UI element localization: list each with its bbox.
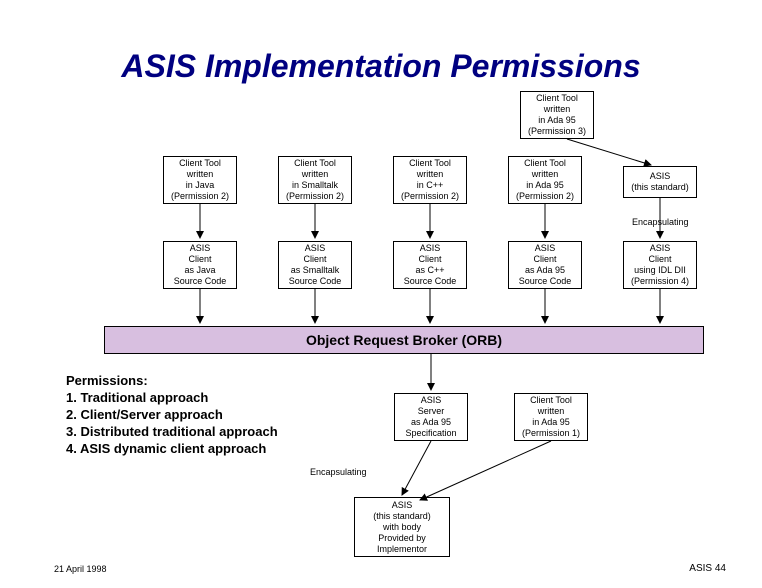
box-line: (Permission 1)	[517, 428, 585, 439]
box-ct-smalltalk: Client Tool written in Smalltalk (Permis…	[278, 156, 352, 204]
box-line: in Smalltalk	[281, 180, 349, 191]
box-line: written	[281, 169, 349, 180]
box-line: with body	[357, 522, 447, 533]
permissions-item: 3. Distributed traditional approach	[66, 423, 278, 440]
permissions-item: 4. ASIS dynamic client approach	[66, 440, 278, 457]
box-line: Source Code	[396, 276, 464, 287]
box-line: Provided by	[357, 533, 447, 544]
box-line: Client Tool	[511, 158, 579, 169]
footer-date: 21 April 1998	[54, 564, 107, 574]
box-line: as C++	[396, 265, 464, 276]
box-line: ASIS	[166, 243, 234, 254]
box-line: ASIS	[397, 395, 465, 406]
box-line: (Permission 2)	[396, 191, 464, 202]
box-line: Client Tool	[523, 93, 591, 104]
box-line: Client	[511, 254, 579, 265]
box-line: Client Tool	[281, 158, 349, 169]
box-line: written	[396, 169, 464, 180]
diagram-title: ASIS Implementation Permissions	[0, 48, 762, 85]
box-line: (Permission 3)	[523, 126, 591, 137]
encapsulating-label-bottom: Encapsulating	[310, 467, 367, 477]
box-line: Client Tool	[396, 158, 464, 169]
box-asis-ada95: ASIS Client as Ada 95 Source Code	[508, 241, 582, 289]
box-asis-std-top: ASIS (this standard)	[623, 166, 697, 198]
box-line: Source Code	[166, 276, 234, 287]
box-line: Client	[166, 254, 234, 265]
box-line: in Ada 95	[523, 115, 591, 126]
box-asis-smalltalk: ASIS Client as Smalltalk Source Code	[278, 241, 352, 289]
box-line: (Permission 4)	[626, 276, 694, 287]
box-line: using IDL DII	[626, 265, 694, 276]
encapsulating-label-top: Encapsulating	[632, 217, 702, 227]
box-line: ASIS	[626, 243, 694, 254]
box-line: Client	[626, 254, 694, 265]
box-line: in Java	[166, 180, 234, 191]
permissions-item: 1. Traditional approach	[66, 389, 278, 406]
box-ct-ada95-p2: Client Tool written in Ada 95 (Permissio…	[508, 156, 582, 204]
permissions-list: Permissions: 1. Traditional approach 2. …	[66, 372, 278, 457]
box-ct-ada95-p3: Client Tool written in Ada 95 (Permissio…	[520, 91, 594, 139]
permissions-title: Permissions:	[66, 372, 278, 389]
box-line: as Ada 95	[397, 417, 465, 428]
box-line: Client	[396, 254, 464, 265]
orb-bar: Object Request Broker (ORB)	[104, 326, 704, 354]
box-asis-std-bottom: ASIS (this standard) with body Provided …	[354, 497, 450, 557]
box-line: ASIS	[357, 500, 447, 511]
box-ct-ada95-p1: Client Tool written in Ada 95 (Permissio…	[514, 393, 588, 441]
box-line: (Permission 2)	[511, 191, 579, 202]
permissions-item: 2. Client/Server approach	[66, 406, 278, 423]
box-asis-idl: ASIS Client using IDL DII (Permission 4)	[623, 241, 697, 289]
box-asis-java: ASIS Client as Java Source Code	[163, 241, 237, 289]
box-line: written	[166, 169, 234, 180]
box-line: (this standard)	[357, 511, 447, 522]
box-asis-server: ASIS Server as Ada 95 Specification	[394, 393, 468, 441]
box-line: Specification	[397, 428, 465, 439]
box-line: ASIS	[511, 243, 579, 254]
box-line: as Ada 95	[511, 265, 579, 276]
box-line: (this standard)	[626, 182, 694, 193]
box-line: as Java	[166, 265, 234, 276]
box-line: ASIS	[396, 243, 464, 254]
box-ct-cpp: Client Tool written in C++ (Permission 2…	[393, 156, 467, 204]
box-line: Client Tool	[517, 395, 585, 406]
box-line: Client Tool	[166, 158, 234, 169]
box-asis-cpp: ASIS Client as C++ Source Code	[393, 241, 467, 289]
box-line: (Permission 2)	[166, 191, 234, 202]
box-line: in C++	[396, 180, 464, 191]
box-line: ASIS	[281, 243, 349, 254]
box-line: written	[517, 406, 585, 417]
box-line: Server	[397, 406, 465, 417]
box-line: Source Code	[281, 276, 349, 287]
box-line: (Permission 2)	[281, 191, 349, 202]
footer-page: ASIS 44	[689, 563, 726, 574]
box-line: written	[511, 169, 579, 180]
box-line: as Smalltalk	[281, 265, 349, 276]
box-line: in Ada 95	[511, 180, 579, 191]
box-line: written	[523, 104, 591, 115]
box-ct-java: Client Tool written in Java (Permission …	[163, 156, 237, 204]
box-line: ASIS	[626, 171, 694, 182]
box-line: Implementor	[357, 544, 447, 555]
box-line: Source Code	[511, 276, 579, 287]
box-line: in Ada 95	[517, 417, 585, 428]
box-line: Client	[281, 254, 349, 265]
